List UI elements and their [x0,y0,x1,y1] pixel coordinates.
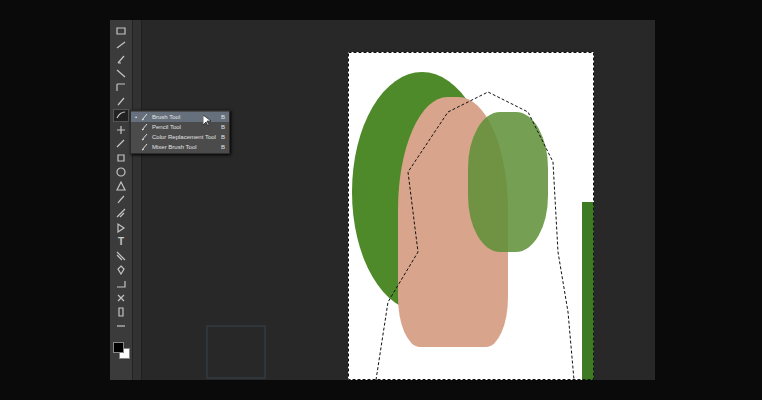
selected-dot: • [134,114,138,120]
menu-item[interactable]: Pencil ToolB [131,122,229,132]
color-swatches[interactable] [113,342,129,358]
type-tool-icon[interactable]: T [114,236,128,247]
menu-item-label: Mixer Brush Tool [152,144,218,150]
toolbar: T [110,20,133,380]
tool-icon[interactable] [114,82,128,93]
tool-icon[interactable] [114,138,128,149]
shortcut-key: B [221,144,225,150]
menu-item[interactable]: Color Replacement ToolB [131,132,229,142]
document-area [142,20,655,380]
tool-icon[interactable] [114,152,128,163]
tool-icon[interactable] [114,250,128,261]
tool-flyout-menu: •Brush ToolBPencil ToolBColor Replacemen… [130,110,230,154]
menu-item[interactable]: •Brush ToolB [131,112,229,122]
tool-icon[interactable] [114,222,128,233]
tool-icon[interactable] [114,264,128,275]
shortcut-key: B [221,124,225,130]
canvas-photo[interactable] [348,52,594,380]
tool-icon[interactable] [114,40,128,51]
tool-icon[interactable] [114,166,128,177]
tool-icon[interactable] [114,208,128,219]
tool-icon[interactable] [114,278,128,289]
brush-icon [141,133,149,141]
tool-icon[interactable] [114,194,128,205]
tool-icon[interactable] [114,292,128,303]
brush-icon [141,113,149,121]
tool-icon[interactable] [114,320,128,331]
tool-icon[interactable] [114,96,128,107]
brush-icon [141,123,149,131]
menu-item-label: Color Replacement Tool [152,134,218,140]
brush-icon [141,143,149,151]
workspace: T •Brush ToolBPencil ToolBColor Replacem… [110,20,655,380]
menu-item[interactable]: Mixer Brush ToolB [131,142,229,152]
tool-icon[interactable] [114,54,128,65]
cursor-icon [203,115,211,127]
tool-icon[interactable] [114,180,128,191]
shortcut-key: B [221,134,225,140]
watermark-logo [206,325,266,379]
tool-icon[interactable] [114,124,128,135]
brush-tool-icon[interactable] [114,110,128,121]
tool-icon[interactable] [114,68,128,79]
shortcut-key: B [221,114,225,120]
ruler [133,20,142,380]
tool-icon[interactable] [114,26,128,37]
tool-icon[interactable] [114,306,128,317]
